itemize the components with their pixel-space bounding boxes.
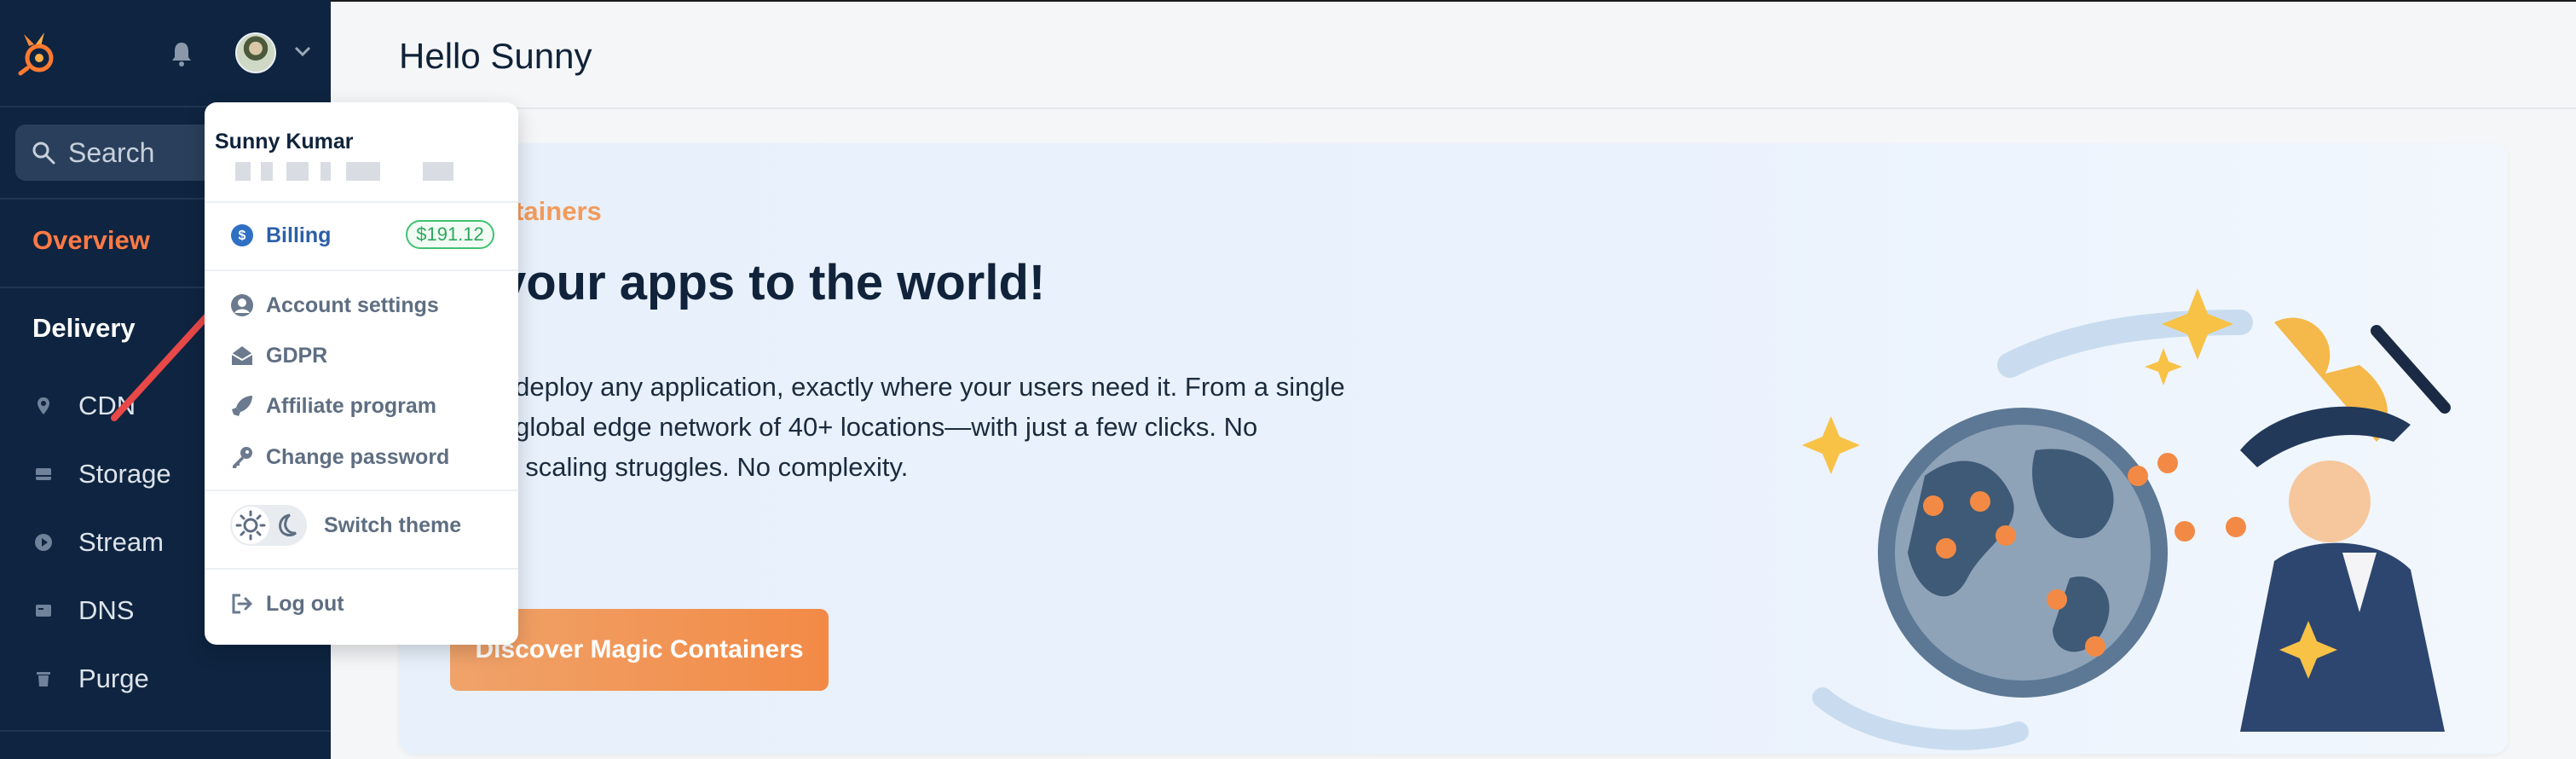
billing-balance-badge: $191.12 (406, 220, 494, 249)
menu-divider (205, 568, 518, 570)
top-edge (0, 0, 2576, 2)
sidebar-item-label: DNS (78, 595, 135, 625)
wizard-globe-illustration (1802, 288, 2451, 750)
play-icon (35, 534, 52, 551)
sidebar-item-purge[interactable]: Purge (34, 658, 149, 700)
menu-item-billing[interactable]: $ Billing (230, 218, 331, 252)
sidebar-item-label: Stream (78, 527, 164, 557)
menu-item-label: Affiliate program (266, 393, 437, 418)
hero-description: lessly deploy any application, exactly w… (442, 367, 1516, 487)
switch-theme-label[interactable]: Switch theme (324, 513, 461, 538)
map-pin-icon (38, 397, 49, 414)
sidebar-item-dns[interactable]: DNS (34, 589, 134, 632)
logout-icon (232, 594, 253, 614)
menu-item-change-password[interactable]: Change password (230, 440, 449, 474)
menu-item-label: Change password (266, 444, 450, 469)
search-icon (32, 142, 55, 165)
dollar-icon: $ (231, 224, 253, 246)
menu-divider (205, 201, 518, 203)
rocket-icon (232, 396, 252, 416)
menu-item-account-settings[interactable]: Account settings (230, 288, 439, 322)
storage-icon (36, 468, 51, 480)
menu-item-gdpr[interactable]: GDPR (230, 339, 327, 373)
bunny-logo-icon[interactable] (17, 29, 61, 77)
sidebar-item-label: Storage (78, 459, 171, 489)
menu-item-label: Account settings (266, 293, 439, 317)
sidebar-divider (0, 730, 331, 732)
hero-desc-line: ps. No scaling struggles. No complexity. (442, 452, 909, 482)
menu-item-log-out[interactable]: Log out (230, 587, 344, 621)
sidebar-item-label: Purge (78, 663, 149, 693)
dns-icon (36, 605, 51, 617)
avatar[interactable] (235, 32, 276, 73)
search-label: Search (68, 136, 155, 168)
sidebar-item-stream[interactable]: Stream (34, 521, 164, 564)
key-icon (233, 447, 252, 468)
sun-icon (232, 507, 269, 544)
svg-text:$: $ (239, 229, 246, 243)
user-name: Sunny Kumar (215, 130, 354, 154)
page-title: Hello Sunny (399, 36, 592, 76)
user-circle-icon (231, 294, 253, 316)
hero-desc-line: lessly deploy any application, exactly w… (442, 372, 1345, 402)
hero-card: c Containers ng your apps to the world! … (399, 143, 2508, 754)
envelope-open-icon (231, 346, 253, 365)
redacted-email (235, 162, 457, 183)
theme-toggle[interactable] (230, 505, 307, 546)
user-dropdown-menu: Sunny Kumar $ Billing $191.12 Account se… (205, 102, 518, 645)
hero-desc-line: n to a global edge network of 40+ locati… (442, 412, 1258, 442)
menu-item-label: Log out (266, 591, 344, 616)
menu-item-label: GDPR (266, 343, 328, 368)
menu-item-affiliate-program[interactable]: Affiliate program (230, 389, 436, 423)
header-divider (331, 107, 2576, 109)
bell-icon[interactable] (167, 39, 196, 68)
menu-divider (205, 490, 518, 491)
menu-divider (205, 269, 518, 271)
menu-item-label: Billing (266, 223, 332, 247)
moon-icon (279, 513, 297, 536)
trash-icon (37, 672, 50, 687)
sidebar-item-storage[interactable]: Storage (34, 453, 171, 495)
chevron-down-icon[interactable] (293, 44, 312, 58)
